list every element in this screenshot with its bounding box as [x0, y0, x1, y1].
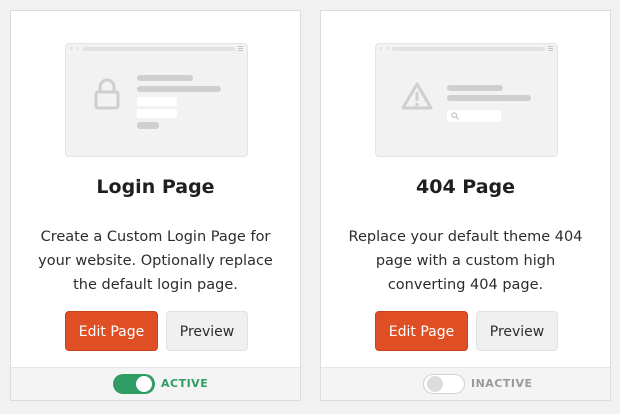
toggle-knob — [427, 376, 443, 392]
browser-menu-icon — [238, 46, 243, 51]
browser-nav-icon: ‹ › — [70, 45, 80, 52]
preview-button[interactable]: Preview — [476, 311, 558, 351]
card-title: 404 Page — [416, 176, 515, 198]
card-title: Login Page — [96, 176, 215, 198]
login-page-card: ‹ › Login Page Create a Custom Login Pag… — [10, 10, 301, 401]
card-footer: INACTIVE — [321, 367, 610, 400]
browser-bar: ‹ › — [66, 44, 247, 54]
mock-heading-line — [447, 85, 503, 91]
browser-url-bar — [82, 47, 235, 51]
toggle-knob — [136, 376, 152, 392]
browser-url-bar — [392, 47, 545, 51]
404-page-illustration: ‹ › — [375, 43, 558, 157]
preview-button[interactable]: Preview — [166, 311, 248, 351]
edit-page-button[interactable]: Edit Page — [65, 311, 158, 351]
warning-icon — [401, 82, 433, 110]
lock-icon — [94, 78, 120, 110]
search-icon — [451, 112, 459, 120]
mock-username-field — [137, 97, 177, 106]
404-page-card: ‹ › 404 Page Replace your default theme … — [320, 10, 611, 401]
status-label: INACTIVE — [471, 377, 533, 390]
card-footer: ACTIVE — [11, 367, 300, 400]
browser-bar: ‹ › — [376, 44, 557, 54]
status-toggle[interactable] — [423, 374, 465, 394]
mock-subheading-line — [447, 95, 531, 101]
mock-heading-line — [137, 75, 193, 81]
mock-login-button — [137, 122, 159, 129]
card-description: Create a Custom Login Page for your webs… — [38, 229, 273, 293]
browser-menu-icon — [548, 46, 553, 51]
status-label: ACTIVE — [161, 377, 209, 390]
login-page-illustration: ‹ › — [65, 43, 248, 157]
browser-nav-icon: ‹ › — [380, 45, 390, 52]
edit-page-button[interactable]: Edit Page — [375, 311, 468, 351]
mock-search-field — [447, 110, 501, 122]
mock-password-field — [137, 109, 177, 118]
status-toggle[interactable] — [113, 374, 155, 394]
card-description: Replace your default theme 404 page with… — [348, 229, 583, 293]
mock-subheading-line — [137, 86, 221, 92]
